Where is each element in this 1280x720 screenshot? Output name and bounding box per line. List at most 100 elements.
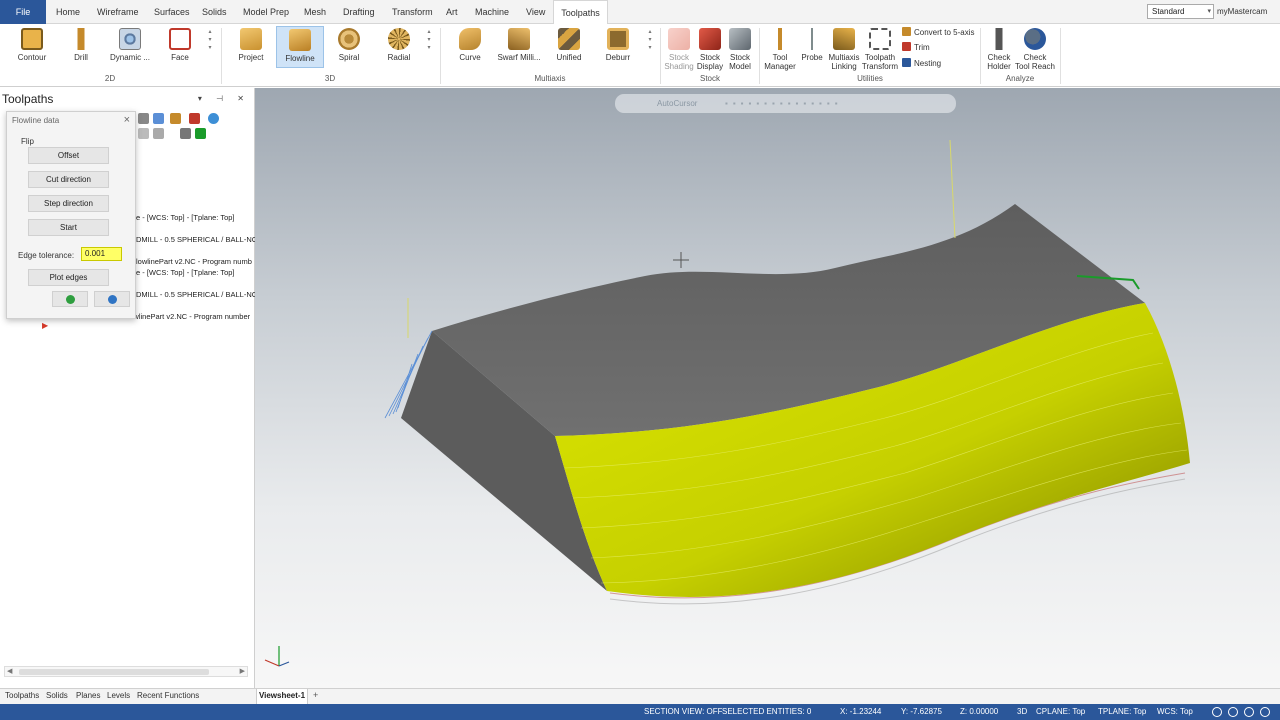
tree-item[interactable]: e - [WCS: Top] - [Tplane: Top] bbox=[136, 213, 235, 222]
drill-button[interactable]: Drill bbox=[66, 28, 96, 62]
nesting-button[interactable]: Nesting bbox=[902, 58, 941, 69]
view-cube-icon[interactable] bbox=[1228, 707, 1238, 717]
edge-tolerance-input[interactable]: 0.001 bbox=[81, 247, 122, 261]
scroll-thumb[interactable] bbox=[19, 669, 209, 675]
tab-model-prep[interactable]: Model Prep bbox=[239, 0, 293, 24]
scroll-right-icon[interactable]: ▶ bbox=[240, 667, 245, 675]
viewsheet-tab[interactable]: Viewsheet-1 bbox=[256, 689, 308, 705]
manager-window-controls[interactable]: ▾ ⊣ ✕ bbox=[198, 94, 250, 103]
horizontal-scrollbar[interactable]: ◀ ▶ bbox=[4, 666, 248, 677]
selected-entities-status[interactable]: SELECTED ENTITIES: 0 bbox=[722, 707, 811, 716]
dynamic-button[interactable]: Dynamic ... bbox=[108, 28, 152, 62]
cplane-status[interactable]: CPLANE: Top bbox=[1036, 707, 1085, 716]
tab-wireframe[interactable]: Wireframe bbox=[93, 0, 143, 24]
gallery-scroll-2d[interactable]: ▴ ▾ ▾ bbox=[206, 28, 214, 52]
face-button[interactable]: Face bbox=[164, 28, 196, 62]
toolpath-transform-button[interactable]: Toolpath Transform bbox=[861, 28, 899, 71]
view-shade-icon[interactable] bbox=[1244, 707, 1254, 717]
section-view-status[interactable]: SECTION VIEW: OFF bbox=[644, 707, 723, 716]
tab-solids-manager[interactable]: Solids bbox=[46, 691, 68, 700]
tool-manager-icon bbox=[769, 28, 791, 50]
check-tool-reach-button[interactable]: Check Tool Reach bbox=[1014, 28, 1056, 71]
close-icon[interactable]: × bbox=[124, 114, 130, 126]
mode-status[interactable]: 3D bbox=[1017, 707, 1027, 716]
tab-transform[interactable]: Transform bbox=[388, 0, 437, 24]
trim-button[interactable]: Trim bbox=[902, 42, 930, 53]
tab-toolpaths[interactable]: Toolpaths bbox=[553, 0, 608, 25]
tab-view[interactable]: View bbox=[522, 0, 549, 24]
stock-display-button[interactable]: Stock Display bbox=[695, 28, 725, 71]
offset-button[interactable]: Offset bbox=[28, 147, 109, 164]
tab-art[interactable]: Art bbox=[442, 0, 462, 24]
gallery-scroll-3d[interactable]: ▴ ▾ ▾ bbox=[425, 28, 433, 52]
tplane-status[interactable]: TPLANE: Top bbox=[1098, 707, 1146, 716]
chevron-down-icon: ▾ bbox=[1207, 8, 1211, 15]
toolbar-icon[interactable] bbox=[138, 113, 149, 124]
multiaxis-linking-button[interactable]: Multiaxis Linking bbox=[827, 28, 861, 71]
toolbar-icon[interactable] bbox=[170, 113, 181, 124]
tab-surfaces[interactable]: Surfaces bbox=[150, 0, 194, 24]
stock-display-label: Stock bbox=[699, 53, 720, 62]
tree-item[interactable]: lowlinePart v2.NC - Program numb bbox=[136, 257, 252, 266]
account-label[interactable]: myMastercam bbox=[1217, 0, 1267, 24]
spiral-button[interactable]: Spiral bbox=[333, 28, 365, 62]
ok-button[interactable] bbox=[52, 291, 88, 307]
tree-item[interactable]: DMILL - 0.5 SPHERICAL / BALL-NC bbox=[136, 290, 257, 299]
tab-machine[interactable]: Machine bbox=[471, 0, 513, 24]
tree-item[interactable]: FlowlinePart v2.NC - Program number bbox=[123, 312, 250, 321]
toolbar-icon[interactable] bbox=[195, 128, 206, 139]
view-wire-icon[interactable] bbox=[1260, 707, 1270, 717]
tab-home[interactable]: Home bbox=[52, 0, 84, 24]
curve-button[interactable]: Curve bbox=[452, 28, 488, 62]
toolbar-icon[interactable] bbox=[153, 128, 164, 139]
stock-model-icon bbox=[729, 28, 751, 50]
help-button[interactable] bbox=[94, 291, 130, 307]
check-holder-button[interactable]: Check Holder bbox=[984, 28, 1014, 71]
deburr-button[interactable]: Deburr bbox=[600, 28, 636, 62]
flowline-button[interactable]: Flowline bbox=[276, 26, 324, 68]
tree-item[interactable]: DMILL - 0.5 SPHERICAL / BALL-NC bbox=[136, 235, 257, 244]
probe-button[interactable]: Probe bbox=[800, 28, 824, 62]
toolbar-icon[interactable] bbox=[153, 113, 164, 124]
gallery-scroll-multiaxis[interactable]: ▴ ▾ ▾ bbox=[646, 28, 654, 52]
scroll-left-icon[interactable]: ◀ bbox=[7, 667, 12, 675]
step-direction-button[interactable]: Step direction bbox=[28, 195, 109, 212]
start-button[interactable]: Start bbox=[28, 219, 109, 236]
graphics-viewport[interactable]: AutoCursor ▪▪▪▪▪▪▪▪▪▪▪▪▪▪▪ bbox=[255, 88, 1280, 688]
toolbar-icon[interactable] bbox=[180, 128, 191, 139]
tab-drafting[interactable]: Drafting bbox=[339, 0, 379, 24]
help-icon[interactable] bbox=[208, 113, 219, 124]
tool-manager-button[interactable]: Tool Manager bbox=[763, 28, 797, 71]
radial-button[interactable]: Radial bbox=[383, 28, 415, 62]
convert-5-axis-button[interactable]: Convert to 5-axis bbox=[902, 27, 974, 38]
toolbar-icon[interactable] bbox=[189, 113, 200, 124]
group-3d: 3D bbox=[324, 74, 336, 83]
snap-icons[interactable]: ▪▪▪▪▪▪▪▪▪▪▪▪▪▪▪ bbox=[725, 94, 843, 113]
config-select[interactable]: Standard ▾ bbox=[1147, 4, 1214, 19]
tab-mesh[interactable]: Mesh bbox=[300, 0, 330, 24]
autocursor-toolbar[interactable]: AutoCursor ▪▪▪▪▪▪▪▪▪▪▪▪▪▪▪ bbox=[615, 94, 956, 113]
tab-planes-manager[interactable]: Planes bbox=[76, 691, 100, 700]
tab-toolpaths-manager[interactable]: Toolpaths bbox=[5, 691, 39, 700]
plot-edges-button[interactable]: Plot edges bbox=[28, 269, 109, 286]
stock-shading-button[interactable]: Stock Shading bbox=[664, 28, 694, 71]
toolbar-icon[interactable] bbox=[138, 128, 149, 139]
tab-solids[interactable]: Solids bbox=[198, 0, 231, 24]
deburr-label: Deburr bbox=[605, 53, 631, 62]
tab-levels-manager[interactable]: Levels bbox=[107, 691, 130, 700]
view-triad bbox=[264, 646, 290, 667]
stock-model-button[interactable]: Stock Model bbox=[724, 28, 756, 71]
unified-button[interactable]: Unified bbox=[551, 28, 587, 62]
contour-button[interactable]: Contour bbox=[14, 28, 50, 62]
cut-direction-button[interactable]: Cut direction bbox=[28, 171, 109, 188]
unified-icon bbox=[558, 28, 580, 50]
wcs-status[interactable]: WCS: Top bbox=[1157, 707, 1193, 716]
project-button[interactable]: Project bbox=[233, 28, 269, 62]
tree-item[interactable]: e - [WCS: Top] - [Tplane: Top] bbox=[136, 268, 235, 277]
file-tab[interactable]: File bbox=[0, 0, 46, 24]
add-viewsheet-button[interactable]: + bbox=[313, 690, 318, 700]
triad-x-axis bbox=[264, 659, 280, 667]
swarf-milling-button[interactable]: Swarf Milli... bbox=[496, 28, 542, 62]
tab-recent-functions[interactable]: Recent Functions bbox=[137, 691, 199, 700]
view-globe-icon[interactable] bbox=[1212, 707, 1222, 717]
